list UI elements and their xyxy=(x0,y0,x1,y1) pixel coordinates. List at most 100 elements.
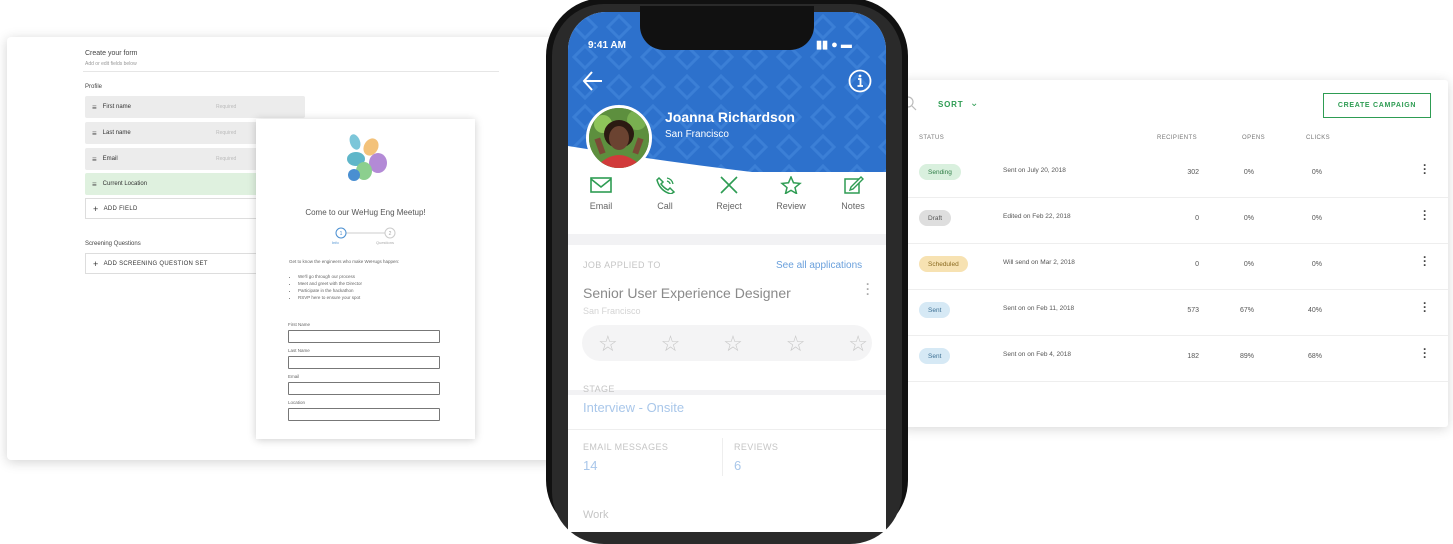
notes-action-button[interactable]: Notes xyxy=(828,176,878,211)
screening-label: Screening Questions xyxy=(85,241,141,247)
review-action-button[interactable]: Review xyxy=(766,175,816,211)
list-item: Meet and greet with the Director xyxy=(298,281,362,286)
svg-text:2: 2 xyxy=(389,231,392,237)
more-options-icon[interactable]: · · · xyxy=(1422,297,1428,317)
recipients-value: 0 xyxy=(1195,261,1199,268)
field-row[interactable]: ≡ First name Required xyxy=(85,96,305,118)
clicks-value: 0% xyxy=(1311,261,1322,268)
clicks-value: 68% xyxy=(1307,353,1322,360)
drag-handle-icon[interactable]: ≡ xyxy=(92,155,97,164)
more-options-icon[interactable]: · · · xyxy=(1422,205,1428,225)
info-icon[interactable] xyxy=(847,68,873,94)
candidate-location: San Francisco xyxy=(665,129,729,140)
table-row[interactable]: Scheduled Will send on Mar 2, 2018 0 0% 0% · ·… xyxy=(900,244,1448,290)
field-required: Required xyxy=(216,130,237,136)
list-item: Participate in the hackathon xyxy=(298,288,362,293)
call-action-button[interactable]: Call xyxy=(640,176,690,211)
add-screening-button[interactable]: + ADD SCREENING QUESTION SET xyxy=(85,253,261,274)
table-row[interactable]: Sent Sent on on Feb 4, 2018 182 89% 68% · · · xyxy=(900,336,1448,382)
status-badge: Scheduled xyxy=(919,256,968,272)
table-row[interactable]: Draft Edited on Feb 22, 2018 0 0% 0% · · · xyxy=(900,198,1448,244)
edit-icon xyxy=(844,176,864,194)
email-messages-label: EMAIL MESSAGES xyxy=(583,442,669,452)
job-title: Senior User Experience Designer xyxy=(583,285,791,301)
stage-value[interactable]: Interview - Onsite xyxy=(583,400,684,415)
column-header-opens[interactable]: OPENS xyxy=(1242,135,1265,141)
column-header-status[interactable]: STATUS xyxy=(919,135,944,141)
star-icon[interactable]: ☆ xyxy=(661,331,681,357)
plus-icon: + xyxy=(93,203,99,214)
form-subtitle: Add or edit fields below xyxy=(85,61,137,67)
phone-notch xyxy=(640,6,814,50)
location-input[interactable] xyxy=(288,408,440,421)
drag-handle-icon[interactable]: ≡ xyxy=(92,129,97,138)
recipients-value: 0 xyxy=(1195,215,1199,222)
reviews-count[interactable]: 6 xyxy=(734,458,741,473)
email-action-button[interactable]: Email xyxy=(576,176,626,211)
first-name-input[interactable] xyxy=(288,330,440,343)
form-title: Create your form xyxy=(85,50,138,57)
action-label: Review xyxy=(776,201,806,211)
email-messages-count[interactable]: 14 xyxy=(583,458,597,473)
star-icon[interactable]: ☆ xyxy=(598,331,618,357)
status-badge: Draft xyxy=(919,210,952,226)
step-label: Questions xyxy=(376,240,395,245)
candidate-name: Joanna Richardson xyxy=(665,109,795,125)
star-icon[interactable]: ☆ xyxy=(786,331,806,357)
more-options-icon[interactable]: · · · xyxy=(866,278,870,300)
more-options-icon[interactable]: · · · xyxy=(1422,251,1428,271)
drag-handle-icon[interactable]: ≡ xyxy=(92,103,97,112)
star-icon[interactable]: ☆ xyxy=(848,331,868,357)
sort-button[interactable]: SORT xyxy=(938,100,963,109)
job-location: San Francisco xyxy=(583,306,641,316)
back-arrow-icon[interactable] xyxy=(580,68,606,94)
field-required: Required xyxy=(216,104,237,110)
signal-wifi-battery-icon: ▮▮ ● ▬ xyxy=(816,39,852,51)
table-row[interactable]: Sent Sent on on Feb 11, 2018 573 67% 40% · · · xyxy=(900,290,1448,336)
field-label: Current Location xyxy=(102,181,148,187)
more-options-icon[interactable]: · · · xyxy=(1422,343,1428,363)
opens-value: 0% xyxy=(1243,169,1254,176)
preview-intro: Get to know the engineers who make WeHug… xyxy=(289,259,400,264)
first-name-label: First Name xyxy=(288,322,311,327)
campaign-date: Will send on Mar 2, 2018 xyxy=(1003,259,1075,266)
reviews-label: REVIEWS xyxy=(734,442,779,452)
column-header-recipients[interactable]: RECIPIENTS xyxy=(1157,135,1197,141)
phone-icon xyxy=(656,176,676,195)
divider xyxy=(83,71,499,72)
drag-handle-icon[interactable]: ≡ xyxy=(92,180,97,189)
campaign-date: Sent on on Feb 4, 2018 xyxy=(1003,351,1071,358)
last-name-input[interactable] xyxy=(288,356,440,369)
campaign-date: Sent on July 20, 2018 xyxy=(1003,167,1066,174)
reject-action-button[interactable]: Reject xyxy=(704,176,754,211)
opens-value: 89% xyxy=(1239,353,1254,360)
preview-title: Come to our WeHug Eng Meetup! xyxy=(305,208,426,217)
star-icon[interactable]: ☆ xyxy=(723,331,743,357)
x-icon xyxy=(720,176,738,194)
job-applied-label: JOB APPLIED TO xyxy=(583,260,661,270)
table-row[interactable]: Sending Sent on July 20, 2018 302 0% 0% · · · xyxy=(900,152,1448,198)
see-all-applications-link[interactable]: See all applications xyxy=(776,260,862,271)
mail-icon xyxy=(590,177,612,193)
phone-screen xyxy=(568,12,886,532)
recipients-value: 573 xyxy=(1187,307,1199,314)
svg-text:1: 1 xyxy=(340,231,343,237)
action-label: Call xyxy=(657,201,673,211)
recipients-value: 302 xyxy=(1187,169,1199,176)
preview-bullets: We'll go through our process Meet and gr… xyxy=(298,274,362,302)
rating-stars[interactable]: ☆ ☆ ☆ ☆ ☆ xyxy=(598,331,868,357)
email-input[interactable] xyxy=(288,382,440,395)
action-label: Reject xyxy=(716,201,742,211)
chevron-down-icon[interactable]: ⌄ xyxy=(970,98,978,109)
avatar xyxy=(586,105,652,171)
list-item: RSVP here to ensure your spot xyxy=(298,295,362,300)
form-preview-card: Come to our WeHug Eng Meetup! 1 2 Info Q… xyxy=(256,119,475,439)
campaign-date: Sent on on Feb 11, 2018 xyxy=(1003,305,1075,312)
create-campaign-button[interactable]: CREATE CAMPAIGN xyxy=(1323,93,1431,118)
work-section xyxy=(568,494,886,532)
clicks-value: 40% xyxy=(1307,307,1322,314)
more-options-icon[interactable]: · · · xyxy=(1422,159,1428,179)
star-icon xyxy=(780,175,802,196)
column-header-clicks[interactable]: CLICKS xyxy=(1306,135,1330,141)
status-badge: Sent xyxy=(919,302,951,318)
